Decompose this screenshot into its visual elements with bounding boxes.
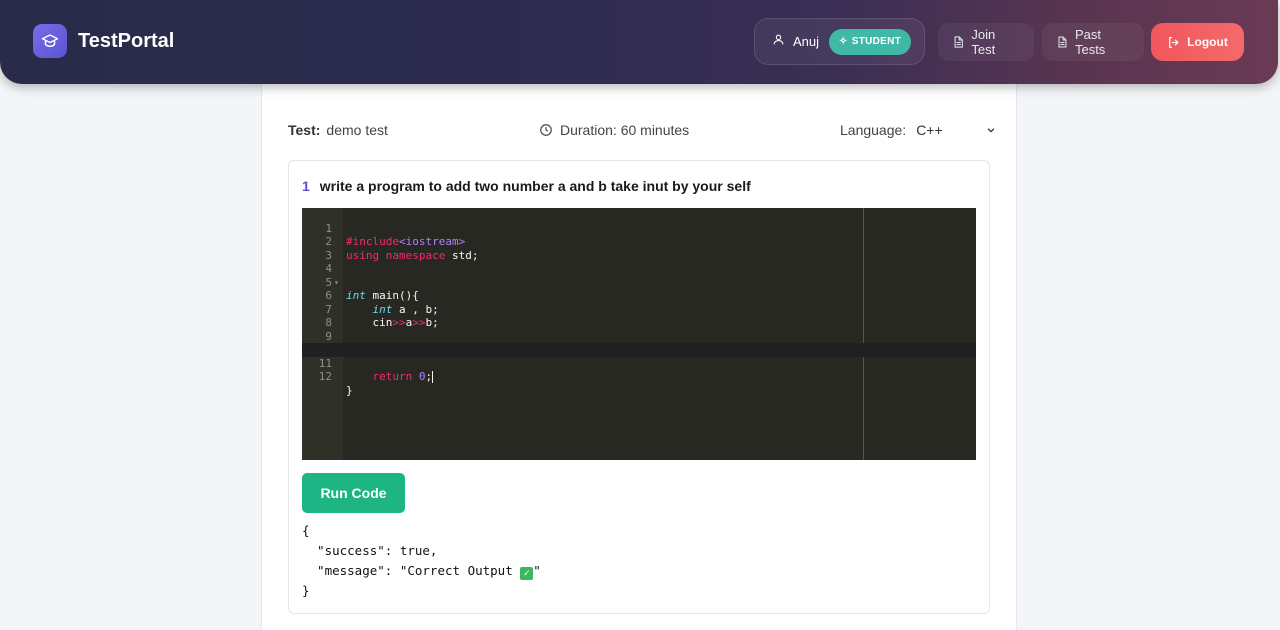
output-panel: { "success": true, "message": "Correct O… xyxy=(302,521,541,601)
code-line-active: 11 return 0; xyxy=(302,343,976,383)
code-line: 2 using namespace std; xyxy=(302,222,976,262)
test-name: demo test xyxy=(326,122,388,138)
code-line: 5 xyxy=(302,262,976,289)
language-select[interactable]: C++ xyxy=(916,122,986,138)
output-message-end: " xyxy=(533,563,541,578)
question-text: write a program to add two number a and … xyxy=(319,178,751,194)
line-number: 12 xyxy=(318,370,332,383)
brand-name: TestPortal xyxy=(78,29,175,52)
test-info: Test: demo test xyxy=(288,122,388,138)
code-editor[interactable]: 1 #include<iostream> 2 using namespace s… xyxy=(302,208,976,460)
graduation-cap-icon xyxy=(33,24,67,58)
code-line: 9 cout<<a+b; xyxy=(302,316,976,357)
role-badge: ✧ STUDENT xyxy=(829,28,912,55)
question-number: 1 xyxy=(302,178,310,194)
past-tests-button[interactable]: Past Tests xyxy=(1042,23,1144,61)
logout-button[interactable]: Logout xyxy=(1151,23,1244,61)
duration-text: Duration: 60 minutes xyxy=(560,122,690,138)
code-line: 10 xyxy=(302,330,976,356)
output-close: } xyxy=(302,583,310,598)
logout-icon xyxy=(1169,36,1179,48)
code-line: 12 } xyxy=(302,357,976,397)
check-mark-icon: ✓ xyxy=(520,567,534,580)
test-label: Test: xyxy=(288,122,321,138)
user-name: Anuj xyxy=(793,34,820,49)
code-line: 6 int a , b; xyxy=(302,276,976,316)
code-line: 4 ▾ int main(){ xyxy=(302,249,976,302)
code-line: 3 xyxy=(302,235,976,262)
clock-icon xyxy=(540,124,552,136)
chevron-down-icon xyxy=(986,122,996,138)
output-open: { xyxy=(302,523,310,538)
question-title: 1 write a program to add two number a and… xyxy=(302,178,751,194)
document-icon xyxy=(954,36,963,48)
role-label: STUDENT xyxy=(851,36,902,47)
code-line: 1 #include<iostream> xyxy=(302,208,976,249)
top-nav-bar: TestPortal Anuj ✧ STUDENT Join Test Past… xyxy=(0,0,1278,84)
test-meta-row: Test: demo test Duration: 60 minutes Lang… xyxy=(288,122,995,138)
sparkle-icon: ✧ xyxy=(839,36,848,47)
run-code-button[interactable]: Run Code xyxy=(302,473,405,513)
code-line: 8 xyxy=(302,303,976,329)
language-label: Language: xyxy=(840,122,907,138)
output-message: "message": "Correct Output xyxy=(302,563,521,578)
output-success: "success": true, xyxy=(302,543,438,558)
code-line: 7 cin>>a>>b; xyxy=(302,289,976,330)
logout-label: Logout xyxy=(1187,35,1228,49)
duration-info: Duration: 60 minutes xyxy=(539,122,689,138)
join-test-button[interactable]: Join Test xyxy=(938,23,1034,61)
document-icon xyxy=(1058,36,1067,48)
text-cursor xyxy=(432,371,434,383)
user-icon xyxy=(772,33,785,51)
user-info: Anuj ✧ STUDENT xyxy=(754,18,925,65)
brand[interactable]: TestPortal xyxy=(33,24,174,58)
language-selector[interactable]: Language: C++ xyxy=(840,122,996,138)
question-panel: 1 write a program to add two number a and… xyxy=(288,160,990,614)
past-tests-label: Past Tests xyxy=(1074,27,1106,57)
join-test-label: Join Test xyxy=(971,27,996,57)
